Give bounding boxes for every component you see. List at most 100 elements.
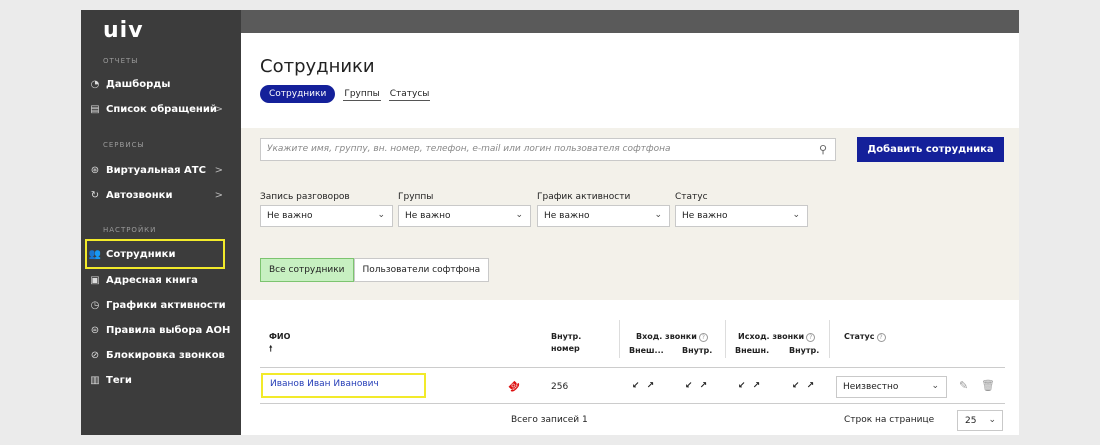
address-book-icon: ▣ — [90, 274, 100, 286]
chevron-right-icon: > — [214, 103, 223, 115]
column-header-label: Внутр. — [551, 332, 582, 341]
tab-statuses[interactable]: Статусы — [388, 88, 431, 101]
pbx-icon: ⊛ — [90, 164, 100, 176]
subheader-incoming-internal: Внутр. — [682, 346, 713, 355]
column-header-incoming: Вход. звонки? — [636, 331, 708, 343]
column-divider — [725, 320, 726, 358]
top-bar — [241, 10, 1019, 33]
filter-label-status: Статус — [675, 192, 708, 202]
help-icon[interactable]: ? — [698, 333, 708, 342]
sidebar-item-label: Виртуальная АТС — [106, 164, 206, 176]
sidebar-item-label: Графики активности — [106, 299, 226, 311]
sidebar-item-dashboards[interactable]: ◔ Дашборды — [89, 74, 239, 94]
chevron-down-icon: ⌄ — [988, 415, 996, 425]
sidebar: uiv ОТЧЕТЫ ◔ Дашборды ▤ Список обращений… — [81, 10, 241, 435]
column-header-ext: Внутр. номер — [551, 331, 581, 355]
column-header-label: номер — [551, 344, 580, 353]
help-icon[interactable]: ? — [806, 333, 816, 342]
trash-icon[interactable]: 🗑 — [981, 379, 995, 392]
rows-per-page-label: Строк на странице — [844, 415, 935, 425]
sidebar-item-label: Теги — [106, 374, 132, 386]
help-icon[interactable]: ? — [876, 333, 886, 342]
status-select[interactable]: Неизвестно ⌄ — [836, 376, 947, 398]
tab-bar: Сотрудники Группы Статусы — [260, 85, 431, 103]
tab-employees[interactable]: Сотрудники — [260, 85, 336, 103]
column-header-status: Статус? — [844, 331, 886, 343]
sort-up-icon[interactable]: 🠕 — [269, 344, 272, 353]
filter-value: Не важно — [405, 211, 451, 221]
filter-select-status[interactable]: Не важно ⌄ — [675, 205, 808, 227]
chevron-right-icon: > — [214, 164, 223, 176]
section-header-services: СЕРВИСЫ — [103, 141, 145, 149]
column-divider — [619, 320, 620, 358]
chevron-down-icon: ⌄ — [377, 210, 385, 220]
edit-icon[interactable]: ✎ — [959, 379, 968, 392]
sidebar-item-tags[interactable]: ▥ Теги — [89, 370, 239, 390]
chevron-down-icon: ⌄ — [654, 210, 662, 220]
filter-panel: Укажите имя, группу, вн. номер, телефон,… — [241, 128, 1019, 300]
segment-softphone-users[interactable]: Пользователи софтфона — [353, 258, 490, 282]
segment-all-employees[interactable]: Все сотрудники — [260, 258, 354, 282]
sidebar-item-call-blocking[interactable]: ⊘ Блокировка звонков — [89, 345, 239, 365]
header-divider — [260, 367, 1005, 368]
incoming-internal-arrows-icon: ↙ ↗ — [685, 381, 710, 391]
filter-label-recording: Запись разговоров — [260, 192, 350, 202]
sidebar-item-autocalls[interactable]: ↻ Автозвонки > — [89, 185, 239, 205]
sidebar-item-label: Список обращений — [106, 103, 217, 115]
chevron-down-icon: ⌄ — [931, 381, 939, 391]
column-divider — [829, 320, 830, 358]
column-header-label: Вход. звонки — [636, 332, 697, 341]
employees-icon: 👥 — [88, 248, 102, 260]
logo: uiv — [103, 18, 144, 43]
sidebar-item-requests[interactable]: ▤ Список обращений > — [89, 99, 239, 119]
phone-hangup-icon: ☎ — [504, 377, 522, 394]
subheader-incoming-external: Внеш... — [629, 346, 664, 355]
sidebar-item-caller-id-rules[interactable]: ⊜ Правила выбора АОН — [89, 320, 239, 340]
column-header-label: Исход. звонки — [738, 332, 805, 341]
chevron-down-icon: ⌄ — [515, 210, 523, 220]
sidebar-item-activity-schedules[interactable]: ◷ Графики активности — [89, 295, 239, 315]
filter-select-schedule[interactable]: Не важно ⌄ — [537, 205, 670, 227]
sidebar-item-address-book[interactable]: ▣ Адресная книга — [89, 270, 239, 290]
rows-per-page-select[interactable]: 25 ⌄ — [957, 410, 1003, 431]
column-header-fio[interactable]: ФИО 🠕 — [269, 331, 290, 355]
filter-select-groups[interactable]: Не важно ⌄ — [398, 205, 531, 227]
rows-per-page-value: 25 — [965, 416, 977, 426]
column-header-label: ФИО — [269, 332, 291, 341]
extension-number: 256 — [551, 382, 569, 392]
row-divider — [260, 403, 1005, 404]
sidebar-item-label: Адресная книга — [106, 274, 198, 286]
filter-label-groups: Группы — [398, 192, 434, 202]
filter-label-schedule: График активности — [537, 192, 631, 202]
status-value: Неизвестно — [843, 382, 899, 392]
section-header-settings: НАСТРОЙКИ — [103, 226, 157, 234]
tab-groups[interactable]: Группы — [343, 88, 381, 101]
sidebar-item-label: Правила выбора АОН — [106, 324, 231, 336]
employee-name-link[interactable]: Иванов Иван Иванович — [261, 373, 426, 398]
subheader-outgoing-external: Внешн. — [735, 346, 770, 355]
page-header: Сотрудники Сотрудники Группы Статусы — [241, 33, 1019, 128]
subheader-outgoing-internal: Внутр. — [789, 346, 820, 355]
dashboard-icon: ◔ — [90, 78, 100, 90]
page-title: Сотрудники — [260, 56, 375, 77]
sidebar-item-employees[interactable]: 👥 Сотрудники — [85, 239, 225, 269]
app-window: uiv ОТЧЕТЫ ◔ Дашборды ▤ Список обращений… — [81, 10, 1019, 435]
search-input[interactable]: Укажите имя, группу, вн. номер, телефон,… — [260, 138, 836, 161]
sidebar-item-label: Сотрудники — [106, 248, 176, 260]
search-icon[interactable]: ⚲ — [819, 143, 827, 156]
filter-value: Не важно — [544, 211, 590, 221]
add-employee-button[interactable]: Добавить сотрудника — [857, 137, 1004, 162]
sidebar-item-label: Дашборды — [106, 78, 171, 90]
list-icon: ▤ — [90, 103, 100, 115]
sidebar-item-label: Автозвонки — [106, 189, 173, 201]
filter-select-recording[interactable]: Не важно ⌄ — [260, 205, 393, 227]
filter-value: Не важно — [682, 211, 728, 221]
column-header-label: Статус — [844, 332, 875, 341]
outgoing-internal-arrows-icon: ↙ ↗ — [792, 381, 817, 391]
sidebar-item-virtual-pbx[interactable]: ⊛ Виртуальная АТС > — [89, 160, 239, 180]
total-records: Всего записей 1 — [511, 415, 588, 425]
section-header-reports: ОТЧЕТЫ — [103, 57, 139, 65]
incoming-external-arrows-icon: ↙ ↗ — [632, 381, 657, 391]
tags-icon: ▥ — [90, 374, 100, 386]
chevron-down-icon: ⌄ — [792, 210, 800, 220]
